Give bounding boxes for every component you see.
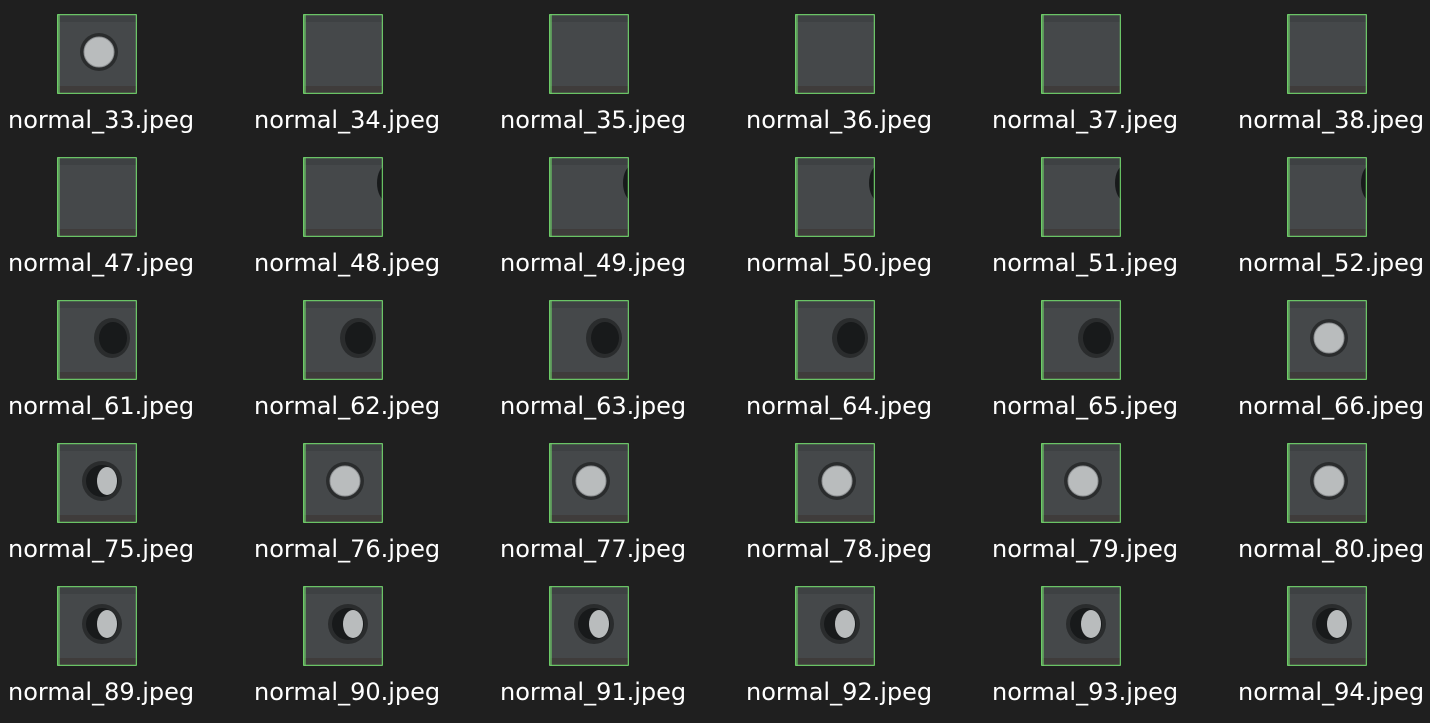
file-name-label[interactable]: normal_51.jpeg [992, 249, 1178, 277]
file-item[interactable]: normal_65.jpeg [992, 300, 1192, 440]
file-item[interactable]: normal_79.jpeg [992, 443, 1192, 583]
image-file-icon[interactable] [795, 157, 875, 237]
image-file-icon[interactable] [1287, 586, 1367, 666]
image-file-icon[interactable] [1041, 157, 1121, 237]
image-file-icon[interactable] [1287, 443, 1367, 523]
file-item[interactable]: normal_75.jpeg [8, 443, 208, 583]
file-name-label[interactable]: normal_76.jpeg [254, 535, 440, 563]
file-item[interactable]: normal_49.jpeg [500, 157, 700, 297]
image-file-icon[interactable] [1041, 14, 1121, 94]
file-item[interactable]: normal_64.jpeg [746, 300, 946, 440]
image-file-icon[interactable] [1041, 586, 1121, 666]
image-file-icon[interactable] [795, 14, 875, 94]
file-item[interactable]: normal_80.jpeg [1238, 443, 1430, 583]
file-name-label[interactable]: normal_89.jpeg [8, 678, 194, 706]
image-file-icon[interactable] [549, 586, 629, 666]
image-file-icon[interactable] [795, 586, 875, 666]
file-name-label[interactable]: normal_91.jpeg [500, 678, 686, 706]
file-name-label[interactable]: normal_48.jpeg [254, 249, 440, 277]
file-item[interactable]: normal_50.jpeg [746, 157, 946, 297]
image-file-icon[interactable] [549, 300, 629, 380]
image-file-icon[interactable] [1287, 14, 1367, 94]
file-name-label[interactable]: normal_62.jpeg [254, 392, 440, 420]
file-item[interactable]: normal_92.jpeg [746, 586, 946, 723]
image-file-icon[interactable] [303, 157, 383, 237]
file-item[interactable]: normal_62.jpeg [254, 300, 454, 440]
image-file-icon[interactable] [1041, 443, 1121, 523]
file-name-label[interactable]: normal_63.jpeg [500, 392, 686, 420]
image-file-icon[interactable] [303, 443, 383, 523]
image-file-icon[interactable] [57, 300, 137, 380]
file-name-label[interactable]: normal_47.jpeg [8, 249, 194, 277]
file-name-label[interactable]: normal_35.jpeg [500, 106, 686, 134]
image-file-icon[interactable] [549, 443, 629, 523]
image-file-icon[interactable] [57, 443, 137, 523]
image-file-icon[interactable] [1287, 300, 1367, 380]
file-item[interactable]: normal_38.jpeg [1238, 14, 1430, 154]
image-file-icon[interactable] [549, 14, 629, 94]
file-name-label[interactable]: normal_79.jpeg [992, 535, 1178, 563]
image-file-icon[interactable] [1287, 157, 1367, 237]
file-item[interactable]: normal_78.jpeg [746, 443, 946, 583]
image-file-icon[interactable] [57, 157, 137, 237]
file-grid: normal_33.jpeg normal_34.jpeg normal_35.… [0, 0, 1430, 723]
file-item[interactable]: normal_51.jpeg [992, 157, 1192, 297]
file-name-label[interactable]: normal_37.jpeg [992, 106, 1178, 134]
image-file-icon[interactable] [549, 157, 629, 237]
file-item[interactable]: normal_94.jpeg [1238, 586, 1430, 723]
file-item[interactable]: normal_34.jpeg [254, 14, 454, 154]
file-item[interactable]: normal_76.jpeg [254, 443, 454, 583]
file-name-label[interactable]: normal_93.jpeg [992, 678, 1178, 706]
file-name-label[interactable]: normal_65.jpeg [992, 392, 1178, 420]
file-name-label[interactable]: normal_94.jpeg [1238, 678, 1424, 706]
file-item[interactable]: normal_66.jpeg [1238, 300, 1430, 440]
file-item[interactable]: normal_35.jpeg [500, 14, 700, 154]
file-name-label[interactable]: normal_34.jpeg [254, 106, 440, 134]
image-file-icon[interactable] [303, 14, 383, 94]
image-file-icon[interactable] [795, 300, 875, 380]
file-name-label[interactable]: normal_90.jpeg [254, 678, 440, 706]
file-item[interactable]: normal_48.jpeg [254, 157, 454, 297]
image-file-icon[interactable] [303, 300, 383, 380]
file-item[interactable]: normal_47.jpeg [8, 157, 208, 297]
file-name-label[interactable]: normal_75.jpeg [8, 535, 194, 563]
file-name-label[interactable]: normal_80.jpeg [1238, 535, 1424, 563]
file-item[interactable]: normal_90.jpeg [254, 586, 454, 723]
file-name-label[interactable]: normal_52.jpeg [1238, 249, 1424, 277]
image-file-icon[interactable] [303, 586, 383, 666]
image-file-icon[interactable] [57, 14, 137, 94]
file-item[interactable]: normal_61.jpeg [8, 300, 208, 440]
file-item[interactable]: normal_33.jpeg [8, 14, 208, 154]
file-name-label[interactable]: normal_92.jpeg [746, 678, 932, 706]
file-name-label[interactable]: normal_66.jpeg [1238, 392, 1424, 420]
file-name-label[interactable]: normal_38.jpeg [1238, 106, 1424, 134]
file-item[interactable]: normal_63.jpeg [500, 300, 700, 440]
file-item[interactable]: normal_93.jpeg [992, 586, 1192, 723]
file-item[interactable]: normal_89.jpeg [8, 586, 208, 723]
image-file-icon[interactable] [795, 443, 875, 523]
file-name-label[interactable]: normal_61.jpeg [8, 392, 194, 420]
file-item[interactable]: normal_36.jpeg [746, 14, 946, 154]
file-item[interactable]: normal_77.jpeg [500, 443, 700, 583]
image-file-icon[interactable] [1041, 300, 1121, 380]
file-name-label[interactable]: normal_36.jpeg [746, 106, 932, 134]
file-item[interactable]: normal_37.jpeg [992, 14, 1192, 154]
file-name-label[interactable]: normal_78.jpeg [746, 535, 932, 563]
file-item[interactable]: normal_91.jpeg [500, 586, 700, 723]
file-name-label[interactable]: normal_77.jpeg [500, 535, 686, 563]
file-name-label[interactable]: normal_64.jpeg [746, 392, 932, 420]
file-name-label[interactable]: normal_33.jpeg [8, 106, 194, 134]
file-name-label[interactable]: normal_49.jpeg [500, 249, 686, 277]
file-name-label[interactable]: normal_50.jpeg [746, 249, 932, 277]
file-item[interactable]: normal_52.jpeg [1238, 157, 1430, 297]
image-file-icon[interactable] [57, 586, 137, 666]
